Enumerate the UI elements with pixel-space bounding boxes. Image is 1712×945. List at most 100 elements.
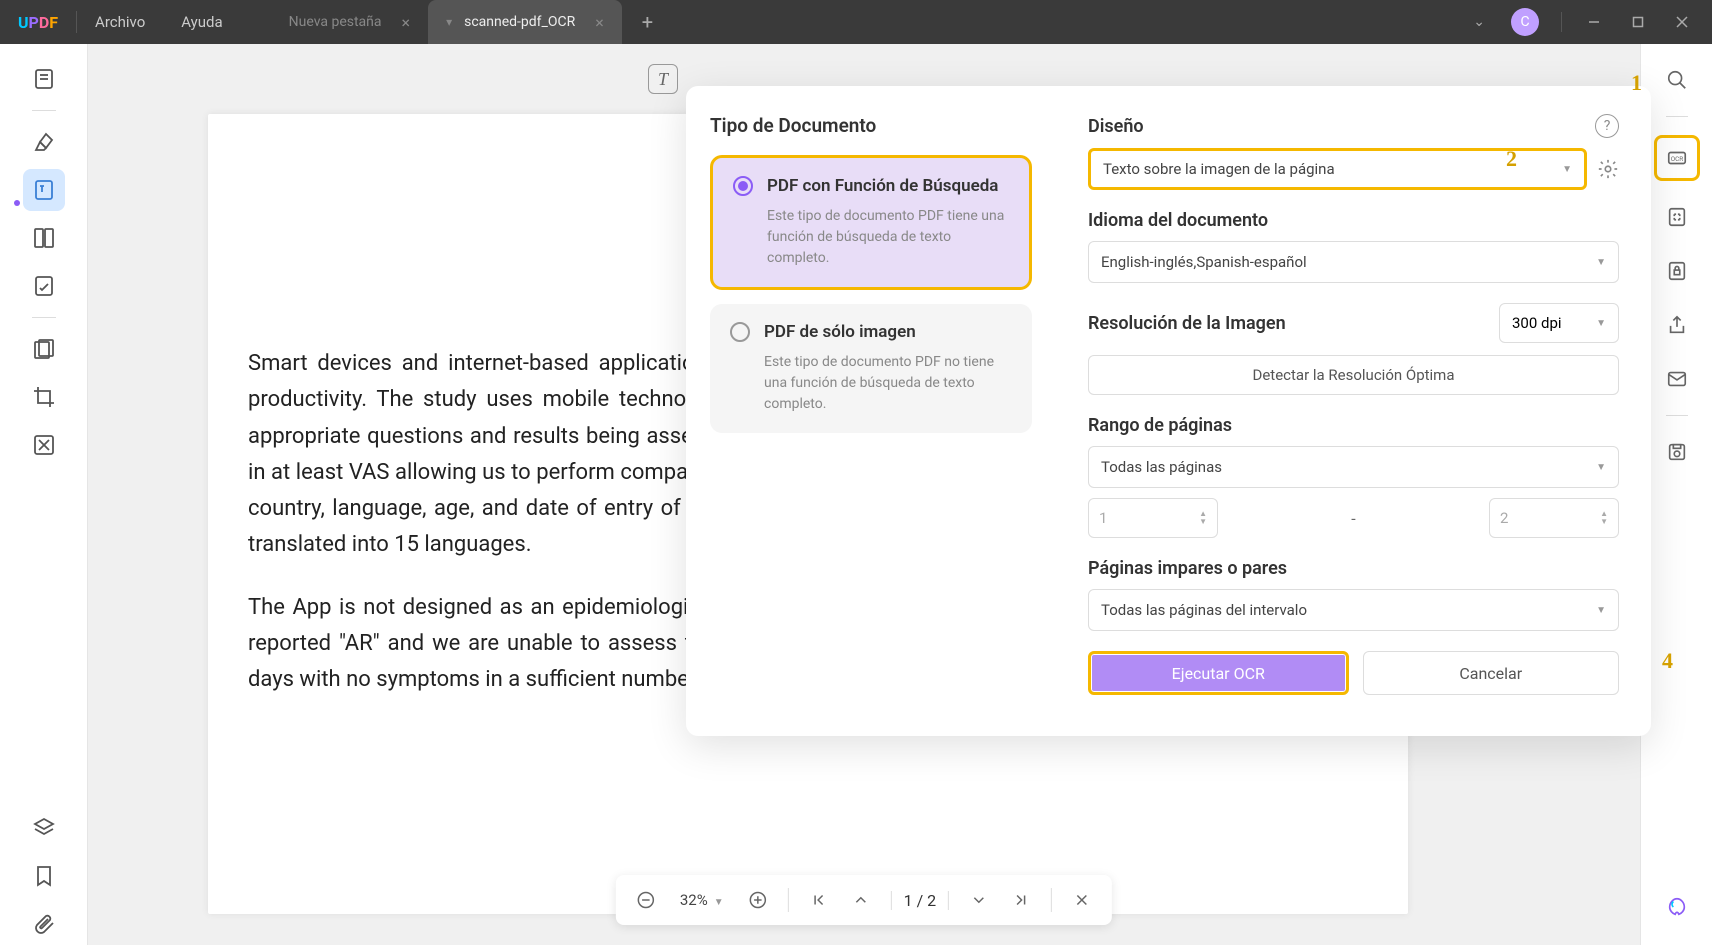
redact-icon[interactable] (23, 424, 65, 466)
chevron-down-icon: ▼ (1596, 462, 1606, 473)
range-to-input[interactable]: 2 ▲▼ (1489, 498, 1619, 538)
reader-icon[interactable] (23, 58, 65, 100)
range-separator: - (1230, 509, 1477, 528)
separator (1051, 888, 1052, 912)
email-icon[interactable] (1659, 361, 1695, 397)
convert-icon[interactable] (1659, 199, 1695, 235)
bookmark-icon[interactable] (23, 855, 65, 897)
separator (32, 317, 56, 318)
edit-text-icon[interactable] (23, 169, 65, 211)
add-tab-button[interactable]: + (642, 10, 653, 34)
menu-help[interactable]: Ayuda (163, 13, 240, 31)
tab-new[interactable]: Nueva pestaña × (271, 0, 428, 44)
ocr-left-column: Tipo de Documento PDF con Función de Bús… (686, 86, 1056, 736)
step-number-4: 4 (1662, 648, 1673, 674)
zoom-out-button[interactable] (630, 884, 662, 916)
page-indicator[interactable]: 1 / 2 (891, 891, 950, 910)
save-icon[interactable] (1659, 434, 1695, 470)
user-avatar[interactable]: C (1511, 8, 1539, 36)
protect-icon[interactable] (1659, 253, 1695, 289)
close-button[interactable] (1662, 7, 1702, 37)
chevron-down-icon: ▼ (1596, 257, 1606, 268)
option-desc: Este tipo de documento PDF no tiene una … (764, 352, 1012, 415)
detect-resolution-button[interactable]: Detectar la Resolución Óptima (1088, 355, 1619, 395)
step-number-2: 2 (1506, 146, 1517, 172)
step-number-1: 1 (1631, 70, 1642, 96)
first-page-button[interactable] (803, 884, 835, 916)
chevron-down-icon[interactable]: ▾ (446, 15, 452, 29)
resolution-select[interactable]: 300 dpi ▼ (1499, 303, 1619, 343)
gear-icon[interactable] (1597, 158, 1619, 180)
chevron-down-icon: ▼ (1596, 605, 1606, 616)
option-title: PDF de sólo imagen (764, 322, 916, 342)
crop-icon[interactable] (23, 376, 65, 418)
main-area: T Improve Win Smart devices and internet… (0, 44, 1712, 945)
ocr-right-column: Diseño ? Texto sobre la imagen de la pág… (1056, 86, 1651, 736)
maximize-button[interactable] (1618, 7, 1658, 37)
language-select[interactable]: English-inglés,Spanish-español ▼ (1088, 241, 1619, 283)
app-logo: UPDF (0, 13, 76, 32)
separator (788, 888, 789, 912)
close-toolbar-button[interactable] (1066, 884, 1098, 916)
tab-document[interactable]: ▾ scanned-pdf_OCR × (428, 0, 622, 44)
close-icon[interactable]: × (402, 13, 411, 32)
tab-label: Nueva pestaña (289, 14, 382, 30)
page-range-select[interactable]: Todas las páginas ▼ (1088, 446, 1619, 488)
select-value: 300 dpi (1512, 314, 1562, 332)
share-icon[interactable] (1659, 307, 1695, 343)
ai-icon[interactable] (1659, 889, 1695, 925)
spinner-arrows[interactable]: ▲▼ (1600, 510, 1608, 526)
doc-type-heading: Tipo de Documento (710, 114, 1032, 137)
next-page-button[interactable] (963, 884, 995, 916)
radio-icon[interactable] (730, 322, 750, 342)
run-ocr-button[interactable]: Ejecutar OCR (1088, 651, 1349, 695)
select-value: Todas las páginas del intervalo (1101, 601, 1307, 619)
chevron-down-icon: ▼ (1562, 164, 1572, 175)
attachment-icon[interactable] (23, 903, 65, 945)
resolution-label: Resolución de la Imagen (1088, 313, 1286, 334)
zoom-in-button[interactable] (742, 884, 774, 916)
select-value: Texto sobre la imagen de la página (1103, 160, 1335, 178)
search-icon[interactable] (1659, 62, 1695, 98)
ocr-icon[interactable]: OCR (1654, 135, 1700, 181)
cancel-button[interactable]: Cancelar (1363, 651, 1620, 695)
separator (1666, 116, 1688, 117)
close-icon[interactable]: × (595, 13, 604, 32)
option-title: PDF con Función de Búsqueda (767, 176, 998, 196)
tab-label: scanned-pdf_OCR (464, 14, 575, 30)
title-bar: UPDF Archivo Ayuda Nueva pestaña × ▾ sca… (0, 0, 1712, 44)
text-tool-icon[interactable]: T (648, 64, 678, 94)
content-area: T Improve Win Smart devices and internet… (88, 44, 1640, 945)
layers-icon[interactable] (23, 807, 65, 849)
chevron-down-icon[interactable]: ⌄ (1461, 14, 1497, 30)
odd-even-select[interactable]: Todas las páginas del intervalo ▼ (1088, 589, 1619, 631)
zoom-level[interactable]: 32%▼ (672, 891, 732, 909)
input-value: 2 (1500, 509, 1508, 527)
svg-text:OCR: OCR (1670, 155, 1683, 163)
last-page-button[interactable] (1005, 884, 1037, 916)
page-layout-icon[interactable] (23, 217, 65, 259)
form-icon[interactable] (23, 265, 65, 307)
tabs-area: Nueva pestaña × ▾ scanned-pdf_OCR × + (271, 0, 1462, 44)
doc-type-image-only[interactable]: PDF de sólo imagen Este tipo de document… (710, 304, 1032, 433)
spinner-arrows[interactable]: ▲▼ (1199, 510, 1207, 526)
organize-icon[interactable] (23, 328, 65, 370)
range-from-input[interactable]: 1 ▲▼ (1088, 498, 1218, 538)
input-value: 1 (1099, 509, 1107, 527)
menu-file[interactable]: Archivo (77, 13, 163, 31)
page-range-label: Rango de páginas (1088, 415, 1619, 436)
bottom-toolbar: 32%▼ 1 / 2 (616, 875, 1112, 925)
design-label: Diseño (1088, 116, 1144, 137)
language-label: Idioma del documento (1088, 210, 1619, 231)
chevron-down-icon: ▼ (1596, 318, 1606, 329)
doc-type-searchable[interactable]: PDF con Función de Búsqueda Este tipo de… (710, 155, 1032, 290)
option-desc: Este tipo de documento PDF tiene una fun… (767, 206, 1009, 269)
help-icon[interactable]: ? (1595, 114, 1619, 138)
highlight-icon[interactable] (23, 121, 65, 163)
ocr-panel: Tipo de Documento PDF con Función de Bús… (686, 86, 1651, 736)
left-sidebar (0, 44, 88, 945)
radio-icon[interactable] (733, 176, 753, 196)
prev-page-button[interactable] (845, 884, 877, 916)
window-controls: ⌄ C (1461, 7, 1702, 37)
minimize-button[interactable] (1574, 7, 1614, 37)
